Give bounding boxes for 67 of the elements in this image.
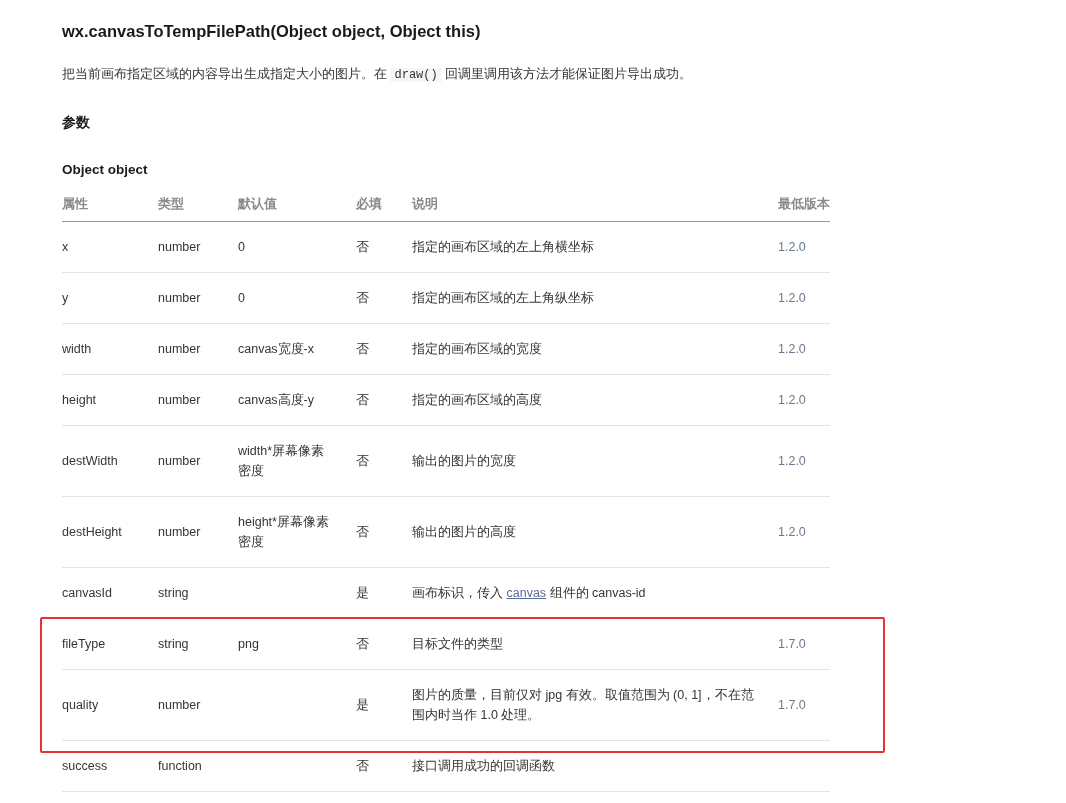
param-description: 指定的画布区域的宽度: [412, 341, 542, 358]
param-type: number: [158, 524, 201, 541]
param-type: number: [158, 392, 201, 409]
param-type: function: [158, 758, 202, 775]
param-description: 输出的图片的高度: [412, 524, 516, 541]
param-type: number: [158, 290, 201, 307]
min-version: 1.2.0: [778, 290, 806, 307]
param-name: success: [62, 758, 108, 775]
required-text: 否: [356, 239, 369, 256]
default-value: 0: [238, 290, 246, 307]
required-text: 否: [356, 758, 369, 775]
default-value: canvas高度-y: [238, 392, 316, 409]
default-value: canvas宽度-x: [238, 341, 316, 358]
param-description: 目标文件的类型: [412, 636, 503, 653]
param-description: 接口调用成功的回调函数: [412, 758, 555, 775]
column-header: 属性: [62, 197, 88, 211]
param-name: destWidth: [62, 453, 118, 470]
param-type: number: [158, 453, 201, 470]
default-value: 0: [238, 239, 246, 256]
min-version: 1.2.0: [778, 524, 806, 541]
param-description: 指定的画布区域的左上角纵坐标: [412, 290, 594, 307]
required-text: 否: [356, 524, 369, 541]
param-description: 画布标识，传入 canvas 组件的 canvas-id: [412, 585, 646, 602]
min-version: 1.2.0: [778, 341, 806, 358]
param-description: 指定的画布区域的左上角横坐标: [412, 239, 594, 256]
param-name: quality: [62, 697, 99, 714]
param-type: number: [158, 239, 201, 256]
min-version: 1.2.0: [778, 453, 806, 470]
required-text: 否: [356, 453, 369, 470]
intro-paragraph: 把当前画布指定区域的内容导出生成指定大小的图片。在 draw() 回调里调用该方法才能保证图片导出成功。: [62, 66, 694, 84]
min-version: 1.2.0: [778, 392, 806, 409]
param-name: canvasId: [62, 585, 113, 602]
section-heading: 参数: [62, 114, 91, 132]
required-text: 是: [356, 585, 369, 602]
required-text: 否: [356, 636, 369, 653]
default-value: height*屏幕像素密度: [238, 514, 330, 551]
param-name: width: [62, 341, 92, 358]
required-text: 否: [356, 290, 369, 307]
param-name: y: [62, 290, 69, 307]
param-description: 图片的质量，目前仅对 jpg 有效。取值范围为 (0, 1]，不在范围内时当作 1.0 处理。: [412, 687, 755, 724]
min-version: 1.2.0: [778, 239, 806, 256]
param-type: number: [158, 341, 201, 358]
link[interactable]: canvas: [506, 586, 547, 600]
default-value: width*屏幕像素密度: [238, 443, 326, 480]
param-name: destHeight: [62, 524, 122, 541]
param-type: number: [158, 697, 201, 714]
param-type: string: [158, 636, 189, 653]
column-header: 说明: [412, 197, 438, 211]
code-snippet: draw(): [390, 68, 442, 82]
min-version: 1.7.0: [778, 636, 806, 653]
param-description: 指定的画布区域的高度: [412, 392, 542, 409]
api-title: wx.canvasToTempFilePath(Object object, Object this): [62, 21, 482, 42]
required-text: 否: [356, 392, 369, 409]
param-name: fileType: [62, 636, 106, 653]
column-header: 最低版本: [778, 197, 830, 211]
required-text: 否: [356, 341, 369, 358]
required-text: 是: [356, 697, 369, 714]
param-name: x: [62, 239, 69, 256]
column-header: 默认值: [238, 197, 277, 211]
object-heading: Object object: [62, 161, 149, 179]
column-header: 必填: [356, 197, 382, 211]
param-name: height: [62, 392, 97, 409]
min-version: 1.7.0: [778, 697, 806, 714]
param-description: 输出的图片的宽度: [412, 453, 516, 470]
default-value: png: [238, 636, 260, 653]
column-header: 类型: [158, 197, 184, 211]
param-type: string: [158, 585, 189, 602]
